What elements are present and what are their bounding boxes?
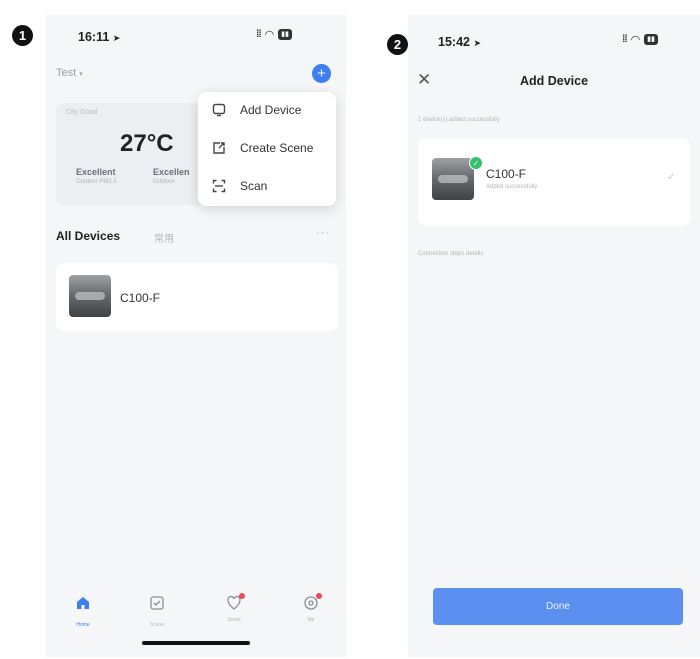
device-thumbnail: [432, 158, 474, 200]
notification-dot: [316, 593, 322, 599]
step-badge-2: 2: [387, 34, 408, 55]
status-bar: 16:11 ➤ ⁞⁞ ◠ ▮▮: [46, 15, 346, 55]
status-bar: 15:42 ➤ ⁞⁞ ◠ ▮▮: [408, 15, 700, 55]
notification-dot: [239, 593, 245, 599]
battery-icon: ▮▮: [278, 29, 292, 40]
scene-icon: [150, 596, 164, 610]
add-menu-dropdown: Add Device Create Scene Scan: [198, 92, 336, 206]
temperature-value: 27°C: [120, 130, 174, 157]
add-button[interactable]: +: [312, 64, 331, 83]
weather-caption: City Good: [66, 109, 98, 116]
device-thumbnail: [69, 275, 111, 317]
device-status-text: Added successfully: [486, 184, 538, 190]
menu-item-create-scene[interactable]: Create Scene: [198, 133, 336, 163]
location-icon: ➤: [112, 33, 121, 43]
tab-all-devices[interactable]: All Devices: [56, 229, 120, 243]
wifi-icon: ◠: [630, 34, 641, 46]
home-icon: [77, 597, 89, 609]
tab-smart[interactable]: Smart: [209, 593, 259, 623]
more-options-icon[interactable]: ···: [316, 227, 330, 239]
steps-caption: Connection steps details: [418, 251, 484, 257]
checkmark-icon: ✓: [667, 172, 676, 183]
create-scene-icon: [213, 142, 225, 154]
tab-frequent[interactable]: 常用: [154, 230, 174, 245]
phone-screen-add-device: 15:42 ➤ ⁞⁞ ◠ ▮▮ ✕ Add Device 1 device(s)…: [408, 15, 700, 657]
wifi-icon: ◠: [264, 29, 275, 41]
menu-item-scan[interactable]: Scan: [198, 171, 336, 201]
phone-screen-home: 16:11 ➤ ⁞⁞ ◠ ▮▮ Test ▾ + City Good 27°C …: [46, 15, 346, 657]
plus-icon: +: [317, 65, 326, 82]
tab-me[interactable]: Me: [286, 593, 336, 623]
done-button[interactable]: Done: [433, 588, 683, 625]
status-time: 15:42 ➤: [438, 35, 482, 49]
page-title: Add Device: [519, 74, 589, 88]
step-badge-1: 1: [12, 25, 33, 46]
tab-home[interactable]: Home: [58, 595, 108, 628]
success-caption: 1 device(s) added successfully: [418, 117, 500, 123]
tab-scene[interactable]: Scene: [132, 595, 182, 628]
device-name: C100-F: [486, 167, 527, 181]
add-device-icon: [212, 103, 226, 117]
location-icon: ➤: [473, 38, 482, 48]
signal-icon: ⁞⁞: [622, 34, 628, 45]
weather-stat: Excellent Outdoor PM2.5: [76, 167, 117, 185]
home-indicator: [142, 641, 250, 645]
chevron-down-icon: ▾: [79, 71, 83, 78]
success-check-icon: ✓: [469, 156, 483, 170]
weather-stat: Excellen Outdoor: [153, 167, 190, 185]
signal-icon: ⁞⁞: [256, 29, 262, 40]
scan-icon: [212, 179, 226, 193]
menu-item-add-device[interactable]: Add Device: [198, 95, 336, 125]
device-card[interactable]: C100-F: [56, 263, 338, 331]
bottom-tab-bar: Home Scene Smart Me: [46, 593, 346, 635]
status-time: 16:11 ➤: [78, 30, 121, 44]
battery-icon: ▮▮: [644, 34, 658, 45]
device-name: C100-F: [120, 291, 161, 305]
home-selector[interactable]: Test ▾: [56, 67, 83, 79]
